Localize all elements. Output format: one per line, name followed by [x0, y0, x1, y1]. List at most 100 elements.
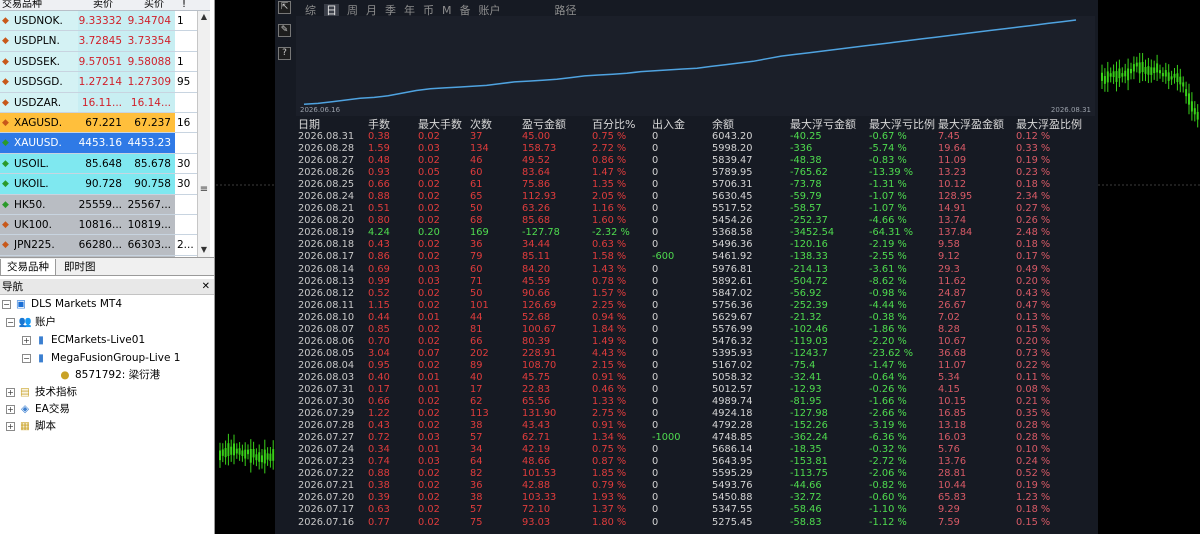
market-watch-row[interactable]: ◆ UK100. 10816... 10819... [0, 214, 197, 236]
col-symbol-header[interactable]: 交易品种 [2, 0, 42, 10]
expand-icon[interactable]: + [22, 335, 31, 345]
table-row[interactable]: 2026.08.20 0.80 0.02 68 85.68 1.60 % 0 5454.26 -… [298, 215, 1098, 227]
market-watch-row[interactable]: ◆ UKOIL. 90.728 90.758 30 [0, 174, 197, 195]
scroll-grip-icon[interactable]: ≡ [199, 183, 209, 197]
table-row[interactable]: 2026.08.21 0.51 0.02 50 63.26 1.16 % 0 5517.52 -… [298, 203, 1098, 215]
collapse-icon[interactable]: − [6, 317, 15, 327]
column-header[interactable]: 最大浮亏比例 [869, 118, 938, 131]
tree-scripts[interactable]: + ▦ 脚本 [6, 418, 56, 435]
col-spread-header[interactable]: ! [182, 0, 186, 10]
table-row[interactable]: 2026.08.11 1.15 0.02 101 126.69 2.25 % 0 5756.3… [298, 300, 1098, 312]
column-header[interactable]: 最大浮盈金额 [938, 118, 1016, 131]
col-bid-header[interactable]: 卖价 [93, 0, 113, 10]
table-row[interactable]: 2026.07.16 0.77 0.02 75 93.03 1.80 % 0 5275.45 -… [298, 517, 1098, 529]
table-cell: 0.40 [368, 371, 390, 383]
ask-price: 3.73354 [127, 35, 171, 48]
table-cell: 0 [652, 323, 659, 335]
column-header[interactable]: 最大浮亏金额 [790, 118, 869, 131]
tree-indicators[interactable]: + ▤ 技术指标 [6, 384, 77, 401]
close-icon[interactable]: ✕ [202, 279, 210, 295]
table-cell: 13.23 [938, 167, 967, 179]
table-row[interactable]: 2026.08.26 0.93 0.05 60 83.64 1.47 % 0 5789.95 -… [298, 167, 1098, 179]
candle-body [241, 450, 244, 457]
table-row[interactable]: 2026.08.25 0.66 0.02 61 75.86 1.35 % 0 5706.31 -… [298, 179, 1098, 191]
table-row[interactable]: 2026.07.31 0.17 0.01 17 22.83 0.46 % 0 5012.57 -… [298, 384, 1098, 396]
table-row[interactable]: 2026.07.20 0.39 0.02 38 103.33 1.93 % 0 5450.88… [298, 492, 1098, 504]
table-cell: 0 [652, 275, 659, 287]
table-row[interactable]: 2026.08.12 0.52 0.02 50 90.66 1.57 % 0 5847.02 -… [298, 288, 1098, 300]
table-row[interactable]: 2026.07.28 0.43 0.02 38 43.43 0.91 % 0 4792.28 -… [298, 420, 1098, 432]
tree-account-server-2[interactable]: − ▮ MegaFusionGroup-Live 1 [22, 350, 180, 367]
market-watch-row[interactable]: ◆ JPN225. 66280... 66303... 2... [0, 235, 197, 256]
collapse-icon[interactable]: − [22, 353, 31, 363]
table-row[interactable]: 2026.07.30 0.66 0.02 62 65.56 1.33 % 0 4989.74 -… [298, 396, 1098, 408]
market-watch-row[interactable]: ◆ USDPLN. 3.72845 3.73354 [0, 31, 197, 52]
table-row[interactable]: 2026.08.06 0.70 0.02 66 80.39 1.49 % 0 5476.32 -… [298, 336, 1098, 348]
column-header[interactable]: 手数 [368, 118, 418, 131]
table-row[interactable]: 2026.07.17 0.63 0.02 57 72.10 1.37 % 0 5347.55 -… [298, 504, 1098, 516]
table-row[interactable]: 2026.08.17 0.86 0.02 79 85.11 1.58 % -600 5461.… [298, 251, 1098, 263]
column-header[interactable]: 最大手数 [418, 118, 470, 131]
table-row[interactable]: 2026.08.05 3.04 0.07 202 228.91 4.43 % 0 5395.9… [298, 348, 1098, 360]
table-row[interactable]: 2026.08.27 0.48 0.02 46 49.52 0.86 % 0 5839.47 -… [298, 155, 1098, 167]
table-row[interactable]: 2026.08.24 0.88 0.02 65 112.93 2.05 % 0 5630.45… [298, 191, 1098, 203]
bid-price: 16.11... [81, 96, 122, 109]
tree-expert-advisors[interactable]: + ◈ EA交易 [6, 401, 70, 418]
market-watch-row[interactable]: ◆ USDZAR. 16.11... 16.14... [0, 92, 197, 113]
tree-root[interactable]: − ▣ DLS Markets MT4 [2, 296, 122, 313]
column-header[interactable]: 百分比% [592, 118, 652, 131]
table-row[interactable]: 2026.08.03 0.40 0.01 40 45.75 0.91 % 0 5058.32 -… [298, 372, 1098, 384]
tree-accounts[interactable]: − 👥 账户 [6, 314, 56, 331]
table-row[interactable]: 2026.07.23 0.74 0.03 64 48.66 0.87 % 0 5643.95 -… [298, 456, 1098, 468]
table-row[interactable]: 2026.08.13 0.99 0.03 71 45.59 0.78 % 0 5892.61 -… [298, 276, 1098, 288]
table-cell: 8.28 [938, 323, 960, 335]
market-watch-row[interactable]: ◆ USDSEK. 9.57051 9.58088 1 [0, 51, 197, 73]
draw-icon[interactable]: ✎ [278, 24, 291, 37]
tree-account-login[interactable]: ● 8571792: 梁衍港 [58, 367, 160, 384]
table-row[interactable]: 2026.08.19 4.24 0.20 169 -127.78 -2.32 % 0 5368… [298, 227, 1098, 239]
collapse-icon[interactable]: − [2, 299, 11, 309]
pin-icon[interactable]: ⇱ [278, 1, 291, 14]
market-watch-row[interactable]: ◆ USDSGD. 1.27214 1.27309 95 [0, 72, 197, 93]
market-watch-row[interactable]: ◆ USOIL. 85.648 85.678 30 [0, 153, 197, 175]
candle-body [1193, 108, 1196, 115]
tab-tick-chart[interactable]: 即时图 [58, 259, 102, 276]
table-cell: 0.02 [418, 420, 440, 432]
tab-symbols[interactable]: 交易品种 [0, 259, 56, 276]
market-watch-scrollbar[interactable]: ▲ ≡ ▼ [197, 11, 210, 257]
market-watch-row[interactable]: ◆ USDNOK. 9.33332 9.34704 1 [0, 11, 197, 32]
column-header[interactable]: 余额 [712, 118, 790, 131]
scroll-up-icon[interactable]: ▲ [198, 11, 210, 23]
column-header[interactable]: 最大浮盈比例 [1016, 118, 1096, 131]
help-icon[interactable]: ? [278, 47, 291, 60]
scroll-down-icon[interactable]: ▼ [198, 244, 210, 256]
table-row[interactable]: 2026.08.28 1.59 0.03 134 158.73 2.72 % 0 5998.2… [298, 143, 1098, 155]
table-row[interactable]: 2026.07.27 0.72 0.03 57 62.71 1.34 % -1000 4748… [298, 432, 1098, 444]
table-cell: 0 [652, 263, 659, 275]
col-ask-header[interactable]: 买价 [144, 0, 164, 10]
table-cell: 1.60 % [592, 215, 627, 227]
tree-account-server-1[interactable]: + ▮ ECMarkets-Live01 [22, 332, 145, 349]
table-row[interactable]: 2026.08.10 0.44 0.01 44 52.68 0.94 % 0 5629.67 -… [298, 312, 1098, 324]
table-row[interactable]: 2026.07.21 0.38 0.02 36 42.88 0.79 % 0 5493.76 -… [298, 480, 1098, 492]
table-row[interactable]: 2026.08.14 0.69 0.03 60 84.20 1.43 % 0 5976.81 -… [298, 264, 1098, 276]
column-header[interactable]: 盈亏金额 [522, 118, 592, 131]
table-row[interactable]: 2026.07.24 0.34 0.01 34 42.19 0.75 % 0 5686.14 -… [298, 444, 1098, 456]
expand-icon[interactable]: + [6, 404, 15, 414]
column-header[interactable]: 日期 [298, 118, 368, 131]
table-cell: -1.07 % [869, 203, 907, 215]
table-row[interactable]: 2026.08.07 0.85 0.02 81 100.67 1.84 % 0 5576.99… [298, 324, 1098, 336]
table-row[interactable]: 2026.08.04 0.95 0.02 89 108.70 2.15 % 0 5167.02… [298, 360, 1098, 372]
table-row[interactable]: 2026.07.22 0.88 0.02 82 101.53 1.85 % 0 5595.29… [298, 468, 1098, 480]
expand-icon[interactable]: + [6, 387, 15, 397]
table-row[interactable]: 2026.08.18 0.43 0.02 36 34.44 0.63 % 0 5496.36 -… [298, 239, 1098, 251]
market-watch-row[interactable]: ◆ XAUUSD. 4453.16 4453.23 7 [0, 133, 197, 154]
table-row[interactable]: 2026.08.31 0.38 0.02 37 45.00 0.75 % 0 6043.20 -… [298, 131, 1098, 143]
column-header[interactable]: 出入金 [652, 118, 712, 131]
table-cell: 4792.28 [712, 420, 753, 432]
expand-icon[interactable]: + [6, 421, 15, 431]
table-row[interactable]: 2026.07.29 1.22 0.02 113 131.90 2.75 % 0 4924.1… [298, 408, 1098, 420]
market-watch-row[interactable]: ◆ XAGUSD. 67.221 67.237 16 [0, 112, 197, 134]
column-header[interactable]: 次数 [470, 118, 522, 131]
market-watch-row[interactable]: ◆ HK50. 25559... 25567... [0, 194, 197, 215]
